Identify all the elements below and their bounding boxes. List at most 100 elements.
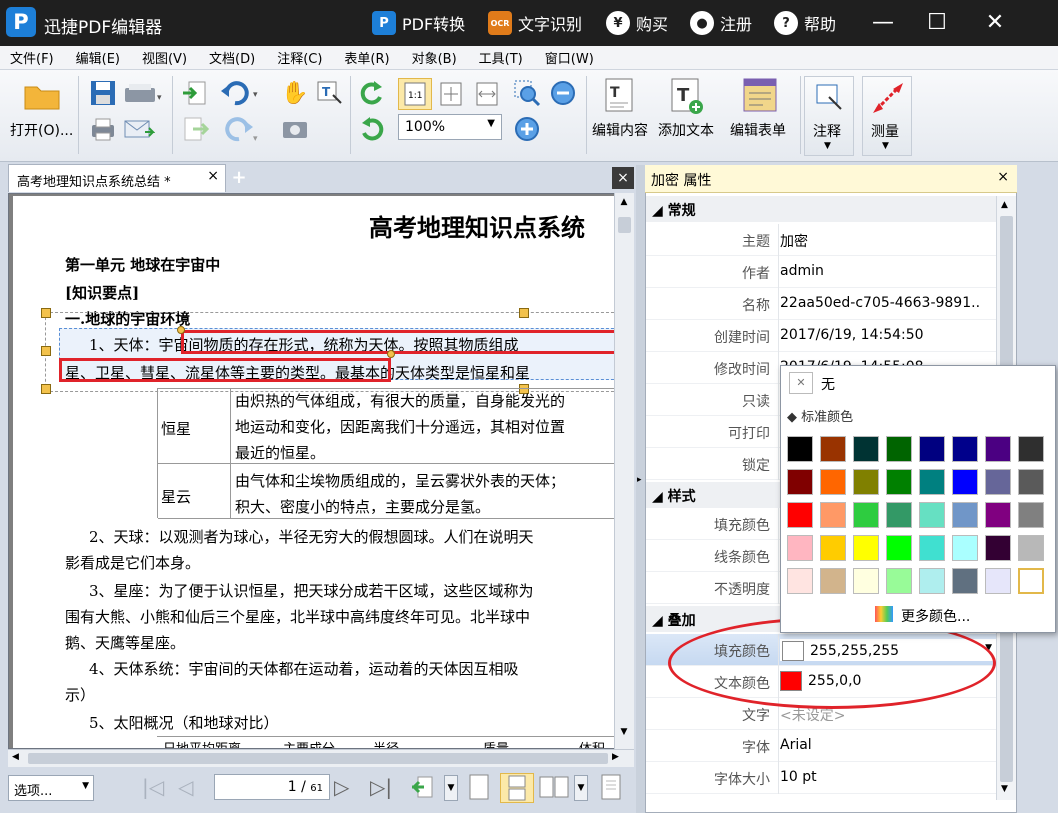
document-view[interactable]: 高考地理知识点系统 第一单元 地球在宇宙中 [知识要点] 一.地球的宇宙环境 1… [8, 193, 634, 749]
edit-content-icon[interactable]: T [600, 76, 640, 116]
snapshot-icon[interactable] [280, 114, 310, 144]
rotate-cw-icon[interactable] [356, 78, 388, 108]
edit-content-button[interactable]: 编辑内容 [592, 120, 648, 140]
maximize-icon[interactable]: ☐ [922, 8, 952, 38]
color-swatch[interactable] [853, 469, 879, 495]
fit-width-icon[interactable] [470, 78, 504, 110]
section-general[interactable]: ◢ 常规 [646, 196, 996, 222]
back-view-icon[interactable] [410, 773, 440, 803]
property-row[interactable]: 作者 admin [646, 256, 996, 288]
chevron-down-icon[interactable]: ▼ [444, 775, 458, 801]
color-swatch[interactable] [787, 502, 813, 528]
close-window-icon[interactable]: ✕ [980, 8, 1010, 38]
resize-handle[interactable] [41, 384, 51, 394]
minimize-icon[interactable]: — [868, 8, 898, 38]
color-swatch[interactable] [952, 436, 978, 462]
hand-tool-icon[interactable]: ✋ [280, 78, 310, 108]
tab-document[interactable]: 高考地理知识点系统总结 * × [8, 164, 226, 192]
color-swatch[interactable] [853, 535, 879, 561]
scroll-up-icon[interactable]: ▲ [618, 197, 630, 215]
page-thumbnail-icon[interactable] [598, 773, 626, 803]
color-swatch[interactable] [787, 469, 813, 495]
redo-icon[interactable]: ▾ [218, 114, 262, 144]
color-swatch[interactable] [919, 436, 945, 462]
pdf-convert-button[interactable]: P PDF转换 [372, 9, 465, 37]
color-swatch[interactable] [853, 568, 879, 594]
color-swatch[interactable] [1018, 436, 1044, 462]
menu-view[interactable]: 视图(V) [142, 48, 187, 67]
register-button[interactable]: ● 注册 [690, 9, 752, 37]
zoom-marquee-icon[interactable] [512, 78, 542, 108]
color-swatch[interactable] [952, 502, 978, 528]
scanner-icon[interactable]: ▾ [122, 78, 166, 108]
color-swatch[interactable] [919, 502, 945, 528]
menu-object[interactable]: 对象(B) [412, 48, 457, 67]
color-swatch[interactable] [853, 502, 879, 528]
color-swatch[interactable] [952, 535, 978, 561]
ocr-button[interactable]: OCR 文字识别 [488, 9, 582, 37]
property-row[interactable]: 名称 22aa50ed-c705-4663-9891.. [646, 288, 996, 320]
color-swatch[interactable] [886, 502, 912, 528]
color-swatch[interactable] [886, 535, 912, 561]
color-swatch[interactable] [985, 469, 1011, 495]
property-row[interactable]: 创建时间 2017/6/19, 14:54:50 [646, 320, 996, 352]
color-swatch[interactable] [820, 502, 846, 528]
fit-page-icon[interactable] [434, 78, 468, 110]
menu-document[interactable]: 文档(D) [209, 48, 255, 67]
line-handle[interactable] [177, 326, 185, 334]
property-row[interactable]: 字体大小 10 pt [646, 762, 996, 794]
zoom-out-icon[interactable] [548, 78, 578, 108]
color-swatch[interactable] [985, 436, 1011, 462]
continuous-page-icon[interactable] [500, 773, 534, 803]
help-button[interactable]: ? 帮助 [774, 9, 836, 37]
collapse-arrow-icon[interactable]: ▸ [637, 475, 642, 485]
color-swatch[interactable] [952, 469, 978, 495]
annotate-button[interactable]: 注释 ▼ [804, 76, 854, 156]
page-number-input[interactable]: 1 / 61 [214, 774, 330, 800]
color-swatch[interactable] [853, 436, 879, 462]
scroll-down-icon[interactable]: ▼ [618, 727, 630, 745]
options-dropdown[interactable]: 选项... ▼ [8, 775, 94, 801]
resize-handle[interactable] [41, 346, 51, 356]
close-panel-icon[interactable]: × [997, 169, 1009, 185]
color-swatch[interactable] [985, 535, 1011, 561]
export-icon[interactable] [180, 114, 210, 144]
no-color-label[interactable]: 无 [821, 374, 835, 394]
resize-handle[interactable] [41, 308, 51, 318]
color-swatch[interactable] [820, 568, 846, 594]
color-swatch[interactable] [787, 568, 813, 594]
color-swatch[interactable] [886, 436, 912, 462]
property-row[interactable]: 主题 加密 [646, 224, 996, 256]
add-text-button[interactable]: 添加文本 [658, 120, 714, 140]
color-swatch[interactable] [1018, 568, 1044, 594]
close-document-icon[interactable]: × [612, 167, 634, 189]
color-swatch[interactable] [1018, 535, 1044, 561]
last-page-icon[interactable]: ▷| [370, 775, 404, 801]
open-button[interactable]: 打开(O)... [10, 120, 73, 140]
next-page-icon[interactable]: ▷ [334, 775, 368, 801]
zoom-select[interactable]: 100% ▼ [398, 114, 502, 140]
single-page-icon[interactable] [466, 773, 494, 803]
zoom-in-icon[interactable] [512, 114, 542, 144]
red-rectangle-annotation[interactable] [59, 358, 391, 382]
vertical-scrollbar[interactable]: ▲ ▼ [614, 193, 634, 749]
color-swatch[interactable] [919, 568, 945, 594]
buy-button[interactable]: ¥ 购买 [606, 9, 668, 37]
horizontal-scrollbar[interactable]: ◀ ▶ [8, 749, 634, 767]
menu-file[interactable]: 文件(F) [10, 48, 54, 67]
new-tab-icon[interactable]: + [230, 168, 248, 188]
menu-tools[interactable]: 工具(T) [479, 48, 523, 67]
menu-comment[interactable]: 注释(C) [277, 48, 322, 67]
color-swatch[interactable] [820, 436, 846, 462]
color-swatch[interactable] [952, 568, 978, 594]
open-folder-icon[interactable] [22, 80, 62, 112]
import-icon[interactable] [180, 78, 210, 108]
resize-handle[interactable] [519, 308, 529, 318]
color-swatch[interactable] [820, 469, 846, 495]
first-page-icon[interactable]: |◁ [142, 775, 176, 801]
red-rectangle-annotation[interactable] [181, 330, 619, 354]
menu-form[interactable]: 表单(R) [344, 48, 389, 67]
scroll-thumb[interactable] [28, 753, 608, 764]
rotate-ccw-icon[interactable] [356, 114, 388, 144]
edit-form-icon[interactable] [740, 76, 780, 116]
